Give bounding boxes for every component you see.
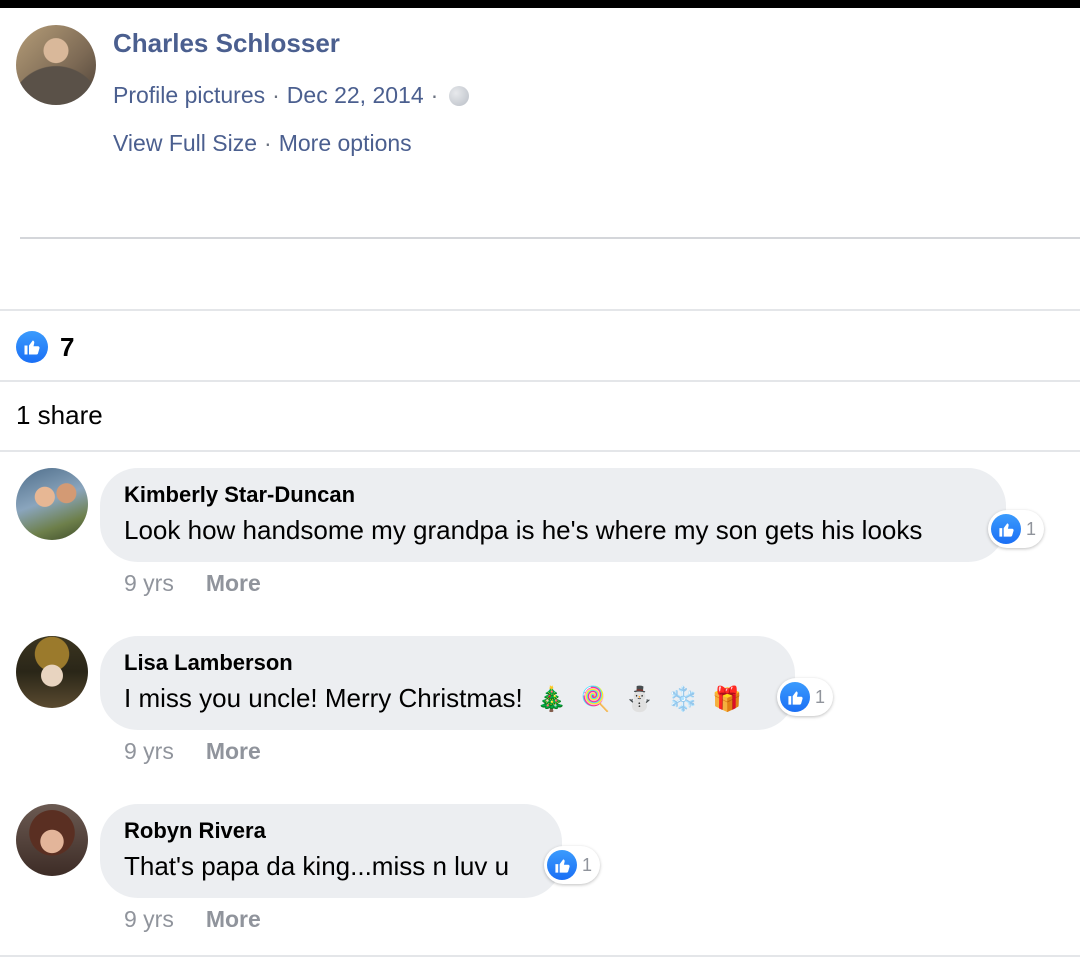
like-icon <box>547 850 577 880</box>
separator: · <box>272 82 280 108</box>
view-full-size-link[interactable]: View Full Size <box>113 130 257 157</box>
author-avatar[interactable] <box>16 25 96 105</box>
album-link[interactable]: Profile pictures <box>113 82 265 109</box>
commenter-avatar[interactable] <box>16 804 88 876</box>
comment-text: Look how handsome my grandpa is he's whe… <box>124 515 923 545</box>
like-icon <box>991 514 1021 544</box>
comment-time[interactable]: 9 yrs <box>124 738 174 765</box>
photo-actions: View Full Size · More options <box>113 130 412 157</box>
comment-actions: 9 yrs More <box>124 906 261 933</box>
likes-count: 7 <box>60 331 75 362</box>
commenter-name[interactable]: Kimberly Star-Duncan <box>124 482 355 508</box>
comment-reaction[interactable]: 1 <box>544 846 601 884</box>
reaction-count: 1 <box>815 686 826 707</box>
more-link[interactable]: More <box>206 738 261 765</box>
comment-actions: 9 yrs More <box>124 738 261 765</box>
divider <box>0 380 1080 382</box>
shares-count[interactable]: 1 share <box>16 400 103 431</box>
gift-emoji: 🎁 <box>712 684 743 713</box>
reaction-count: 1 <box>1026 518 1037 539</box>
divider <box>0 450 1080 452</box>
comment-time[interactable]: 9 yrs <box>124 906 174 933</box>
divider <box>0 309 1080 311</box>
lollipop-emoji: 🍭 <box>580 684 611 713</box>
comment-bubble: Kimberly Star-Duncan Look how handsome m… <box>100 468 1006 562</box>
snowman-emoji: ⛄ <box>624 684 655 713</box>
post-header: Charles Schlosser Profile pictures · Dec… <box>0 8 1080 238</box>
commenter-avatar[interactable] <box>16 468 88 540</box>
comment-text-body: I miss you uncle! Merry Christmas! <box>124 683 523 713</box>
like-icon <box>16 331 48 363</box>
christmas-tree-emoji: 🎄 <box>536 684 567 713</box>
commenter-name[interactable]: Robyn Rivera <box>124 818 266 844</box>
author-name-link[interactable]: Charles Schlosser <box>113 28 340 59</box>
commenter-avatar[interactable] <box>16 636 88 708</box>
snowflake-emoji: ❄️ <box>668 684 699 713</box>
top-bar <box>0 0 1080 8</box>
divider <box>20 237 1080 239</box>
comment-actions: 9 yrs More <box>124 570 261 597</box>
reaction-count: 1 <box>582 854 593 875</box>
more-options-link[interactable]: More options <box>279 130 412 157</box>
commenter-name[interactable]: Lisa Lamberson <box>124 650 293 676</box>
comment-text: I miss you uncle! Merry Christmas! 🎄 🍭 ⛄… <box>124 683 742 714</box>
likes-row[interactable]: 7 <box>16 330 74 364</box>
divider <box>0 955 1080 957</box>
separator: · <box>430 82 439 108</box>
separator: · <box>264 130 272 156</box>
comment-reaction[interactable]: 1 <box>777 678 834 716</box>
post-meta: Profile pictures · Dec 22, 2014 · <box>113 82 470 109</box>
comment-text: That's papa da king...miss n luv u <box>124 851 510 881</box>
post-date-link[interactable]: Dec 22, 2014 <box>287 82 424 109</box>
comment-bubble: Lisa Lamberson I miss you uncle! Merry C… <box>100 636 795 730</box>
comment-reaction[interactable]: 1 <box>988 510 1045 548</box>
more-link[interactable]: More <box>206 906 261 933</box>
comment-time[interactable]: 9 yrs <box>124 570 174 597</box>
comment-bubble: Robyn Rivera That's papa da king...miss … <box>100 804 562 898</box>
globe-icon <box>449 85 470 106</box>
like-icon <box>780 682 810 712</box>
more-link[interactable]: More <box>206 570 261 597</box>
